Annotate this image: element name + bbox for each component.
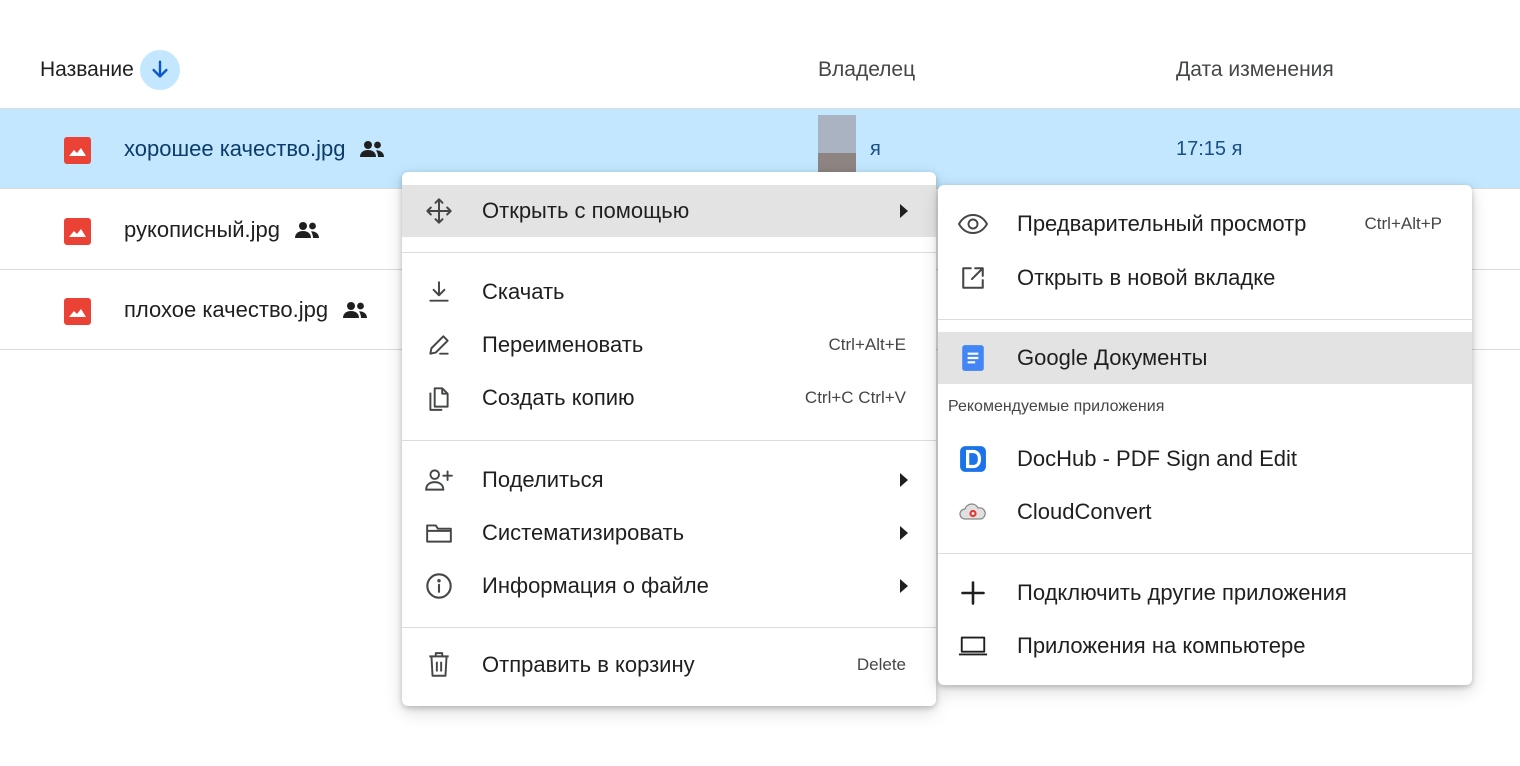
- shortcut-label: Ctrl+C Ctrl+V: [804, 388, 906, 407]
- cloudconvert-icon: [958, 497, 988, 527]
- chevron-right-icon: [900, 473, 908, 487]
- menu-divider: [402, 440, 936, 441]
- people-icon: [342, 301, 368, 319]
- menu-divider: [938, 553, 1472, 554]
- suggested-apps-heading: Рекомендуемые приложения: [948, 398, 1165, 415]
- submenu-item-google-docs[interactable]: Google Документы: [938, 332, 1472, 384]
- submenu-item-preview[interactable]: Предварительный просмотр Ctrl+Alt+P: [938, 198, 1472, 250]
- people-icon: [294, 221, 320, 239]
- menu-divider: [402, 252, 936, 253]
- image-icon: [64, 218, 91, 245]
- info-icon: [424, 571, 454, 601]
- submenu-item-new-tab[interactable]: Открыть в новой вкладке: [938, 252, 1472, 304]
- file-name[interactable]: рукописный.jpg: [124, 190, 320, 270]
- arrow-down-icon: [152, 60, 168, 78]
- menu-item-open-with[interactable]: Открыть с помощью: [402, 185, 936, 237]
- download-icon: [424, 277, 454, 307]
- chevron-right-icon: [900, 526, 908, 540]
- image-icon: [64, 137, 91, 164]
- file-name[interactable]: хорошее качество.jpg: [124, 109, 385, 189]
- menu-item-download[interactable]: Скачать: [402, 266, 936, 318]
- submenu-item-desktop-apps[interactable]: Приложения на компьютере: [938, 620, 1472, 672]
- chevron-right-icon: [900, 204, 908, 218]
- dochub-icon: [958, 444, 988, 474]
- column-name-label: Название: [40, 58, 134, 81]
- menu-divider: [938, 319, 1472, 320]
- plus-icon: [958, 578, 988, 608]
- column-modified-label: Дата изменения: [1176, 58, 1334, 81]
- menu-divider: [402, 627, 936, 628]
- submenu-item-cloudconvert[interactable]: CloudConvert: [938, 486, 1472, 538]
- move-arrows-icon: [424, 196, 454, 226]
- column-header-owner[interactable]: Владелец: [818, 48, 915, 92]
- open-with-submenu: Предварительный просмотр Ctrl+Alt+P Откр…: [938, 185, 1472, 685]
- shortcut-label: Delete: [856, 655, 906, 674]
- trash-icon: [424, 650, 454, 680]
- menu-item-file-info[interactable]: Информация о файле: [402, 560, 936, 612]
- sort-direction-button[interactable]: [139, 50, 180, 90]
- open-in-new-icon: [958, 263, 988, 293]
- folder-icon: [424, 518, 454, 548]
- submenu-item-dochub[interactable]: DocHub - PDF Sign and Edit: [938, 433, 1472, 485]
- column-header-modified[interactable]: Дата изменения: [1176, 48, 1334, 92]
- eye-icon: [958, 209, 988, 239]
- file-name[interactable]: плохое качество.jpg: [124, 270, 368, 350]
- google-docs-icon: [958, 343, 988, 373]
- shortcut-label: Ctrl+Alt+P: [1364, 214, 1442, 233]
- menu-item-trash[interactable]: Отправить в корзину Delete: [402, 639, 936, 691]
- menu-item-rename[interactable]: Переименовать Ctrl+Alt+E: [402, 319, 936, 371]
- menu-item-organize[interactable]: Систематизировать: [402, 507, 936, 559]
- submenu-item-connect-more[interactable]: Подключить другие приложения: [938, 567, 1472, 619]
- add-person-icon: [424, 465, 454, 495]
- pencil-icon: [424, 330, 454, 360]
- chevron-right-icon: [900, 579, 908, 593]
- laptop-icon: [958, 631, 988, 661]
- shortcut-label: Ctrl+Alt+E: [828, 335, 906, 354]
- image-icon: [64, 298, 91, 325]
- context-menu: Открыть с помощью Скачать Переименовать …: [402, 172, 936, 706]
- menu-item-make-copy[interactable]: Создать копию Ctrl+C Ctrl+V: [402, 372, 936, 424]
- people-icon: [359, 140, 385, 158]
- menu-item-share[interactable]: Поделиться: [402, 454, 936, 506]
- copy-icon: [424, 383, 454, 413]
- modified-date: 17:15 я: [1176, 137, 1243, 160]
- column-owner-label: Владелец: [818, 58, 916, 81]
- column-header-name[interactable]: Название: [40, 48, 180, 92]
